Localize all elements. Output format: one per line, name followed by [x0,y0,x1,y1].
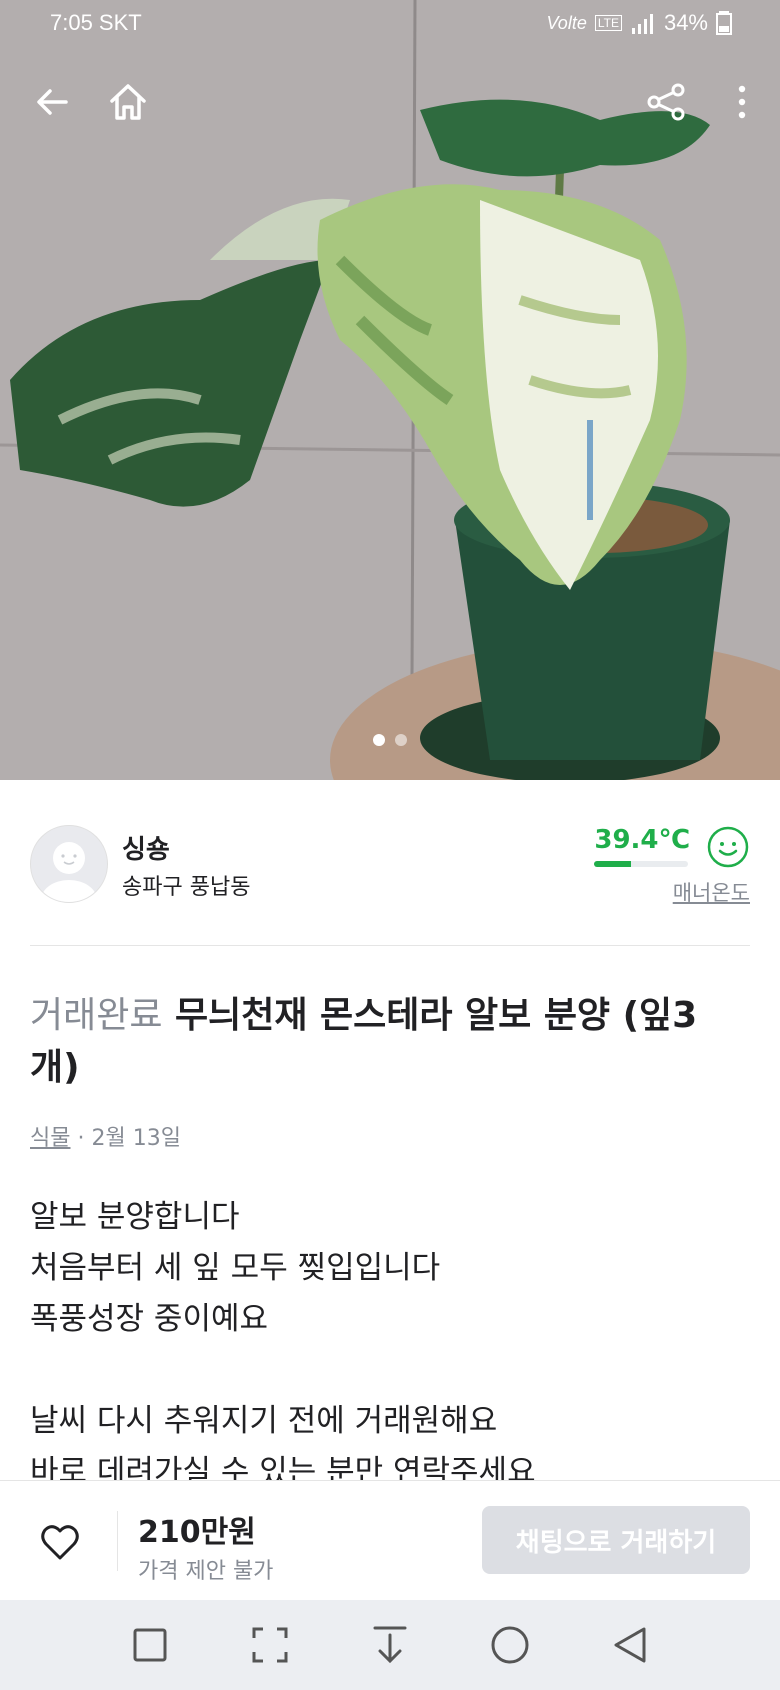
home-button[interactable] [104,78,152,126]
bottom-action-bar: 210만원 가격 제안 불가 채팅으로 거래하기 [0,1480,780,1601]
lte-indicator: LTE [594,15,622,31]
share-icon [647,83,685,121]
triangle-back-icon [614,1627,646,1663]
divider [117,1511,118,1571]
seller-profile[interactable]: 싱숑 송파구 풍납동 39.4℃ 매너온도 [30,825,750,925]
pagination-dot[interactable] [395,734,407,746]
gallery-pagination [0,734,780,746]
product-photo[interactable]: 7:05 SKT Volte LTE 34% [0,0,780,780]
home-nav-button[interactable] [488,1623,532,1667]
trade-status: 거래완료 [30,995,163,1036]
screenshot-icon [252,1627,288,1663]
post-meta: 식물 · 2월 13일 [30,1120,181,1152]
recent-apps-button[interactable] [128,1623,172,1667]
post-date: · 2월 13일 [70,1126,181,1151]
category-link[interactable]: 식물 [30,1126,70,1151]
square-icon [133,1628,167,1662]
manner-temp-link[interactable]: 매너온도 [673,877,750,907]
more-vertical-icon [738,85,746,119]
like-button[interactable] [38,1521,82,1565]
default-avatar-icon [41,842,97,902]
smile-face-icon [707,826,749,868]
post-title: 거래완료 무늬천재 몬스테라 알보 분양 (잎3개) [30,990,730,1094]
back-nav-button[interactable] [608,1623,652,1667]
manner-temp-fill [594,861,632,867]
download-icon [373,1626,407,1664]
avatar[interactable] [30,825,108,903]
post-description: 알보 분양합니다 처음부터 세 잎 모두 찢입입니다 폭풍성장 중이예요 날씨 … [30,1199,536,1490]
back-button[interactable] [28,78,76,126]
chat-trade-button[interactable]: 채팅으로 거래하기 [482,1506,750,1574]
manner-temp-bar [594,861,688,867]
battery-percent: 34% [663,10,708,35]
heart-icon [41,1525,79,1560]
share-button[interactable] [642,78,690,126]
manner-temperature: 39.4℃ [594,825,690,855]
price: 210만원 [138,1515,256,1550]
signal-icon [631,14,653,34]
system-nav-bar [0,1600,780,1690]
notification-drawer-button[interactable] [368,1623,412,1667]
volte-indicator: Volte [546,12,587,33]
more-button[interactable] [718,78,766,126]
status-time: 7:05 SKT [50,10,142,35]
status-bar: 7:05 SKT Volte LTE 34% [0,0,780,48]
pagination-dot[interactable] [373,734,385,746]
circle-home-icon [491,1626,529,1664]
screenshot-button[interactable] [248,1623,292,1667]
battery-icon [716,11,732,35]
price-negotiation: 가격 제안 불가 [138,1559,274,1584]
seller-nickname: 싱숑 [122,835,170,865]
home-icon [110,84,146,120]
divider [30,945,750,946]
arrow-left-icon [37,89,68,115]
seller-region: 송파구 풍납동 [122,875,251,900]
